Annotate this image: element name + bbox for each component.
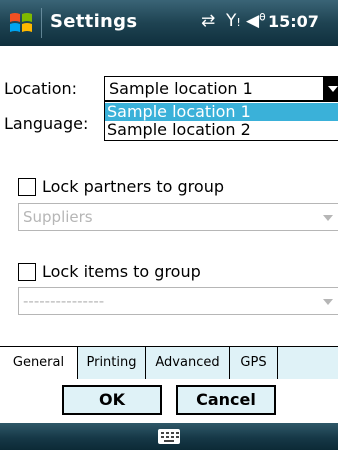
title-separator [41,8,42,38]
location-select-value: Sample location 1 [109,79,253,98]
tab-strip-filler [278,347,338,379]
partners-group-select: Suppliers [18,203,338,231]
location-select[interactable]: Sample location 1 [104,76,338,101]
chevron-down-icon [323,299,333,305]
lock-items-label[interactable]: Lock items to group [42,262,201,281]
items-group-value: --------------- [23,292,105,310]
keyboard-icon[interactable] [158,429,180,444]
windows-start-icon[interactable] [8,10,34,36]
tab-general[interactable]: General [0,347,78,379]
location-dropdown-list: Sample location 1 Sample location 2 [104,101,338,141]
tab-printing[interactable]: Printing [78,347,146,379]
window-title: Settings [50,11,138,32]
lock-partners-label[interactable]: Lock partners to group [42,177,224,196]
volume-icon[interactable]: ◀ᶿ [246,11,266,31]
ok-button[interactable]: OK [62,385,162,415]
lock-items-checkbox[interactable] [18,263,36,281]
location-option-1[interactable]: Sample location 1 [105,103,338,121]
tab-advanced[interactable]: Advanced [146,347,230,379]
location-option-2[interactable]: Sample location 2 [105,121,338,139]
partners-group-value: Suppliers [23,208,93,226]
clock[interactable]: 15:07 [268,12,319,31]
data-sync-icon[interactable]: ⇄ [201,11,215,31]
bottom-menu-bar [0,423,338,450]
title-bar: Settings ⇄ Y! ◀ᶿ 15:07 [0,0,338,46]
chevron-down-icon[interactable] [323,77,338,100]
location-label: Location: [4,79,78,98]
items-group-select: --------------- [18,287,338,315]
tab-gps[interactable]: GPS [230,347,278,379]
chevron-down-icon [323,215,333,221]
cancel-button[interactable]: Cancel [176,385,276,415]
language-label: Language: [4,114,89,133]
lock-partners-checkbox[interactable] [18,178,36,196]
signal-icon[interactable]: Y! [226,11,241,31]
tab-strip: General Printing Advanced GPS [0,346,338,379]
